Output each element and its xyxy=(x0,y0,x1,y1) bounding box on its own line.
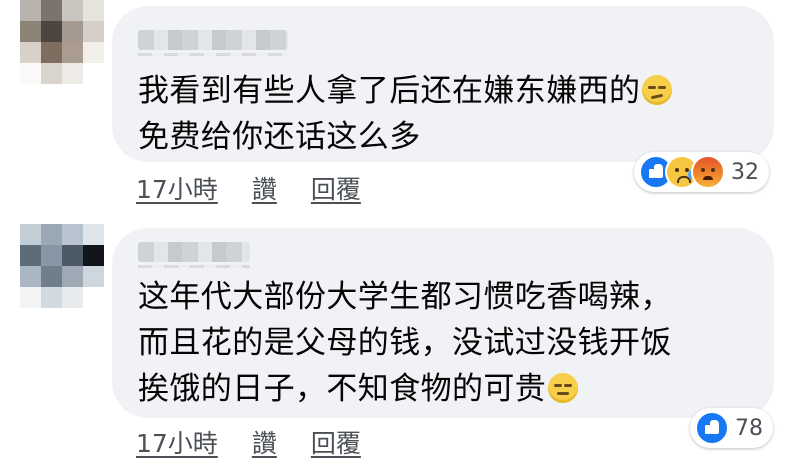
commenter-name-blurred[interactable] xyxy=(138,30,288,56)
comment-bubble: 这年代大部份大学生都习惯吃香喝辣， 而且花的是父母的钱，没试过没钱开饭 挨饿的日… xyxy=(112,228,774,418)
timestamp-link[interactable]: 17小時 xyxy=(136,424,218,460)
expressionless-face-icon xyxy=(548,373,579,403)
commenter-avatar[interactable] xyxy=(20,0,104,84)
timestamp-link[interactable]: 17小時 xyxy=(136,170,218,206)
comment-bubble: 我看到有些人拿了后还在嫌东嫌西的 免费给你还话这么多 xyxy=(112,6,774,162)
commenter-avatar[interactable] xyxy=(20,224,104,308)
reactions-summary[interactable]: 32 xyxy=(634,152,769,192)
comment-line: 这年代大部份大学生都习惯吃香喝辣， xyxy=(138,279,672,315)
comment-line: 而且花的是父母的钱，没试过没钱开饭 xyxy=(138,325,672,361)
reply-button[interactable]: 回覆 xyxy=(311,170,361,206)
comment-line: 我看到有些人拿了后还在嫌东嫌西的 xyxy=(138,73,641,109)
reply-button[interactable]: 回覆 xyxy=(311,424,361,460)
reactions-summary[interactable]: 78 xyxy=(690,408,773,448)
commenter-name-blurred[interactable] xyxy=(138,242,250,268)
like-button[interactable]: 讚 xyxy=(252,170,277,206)
reaction-count: 32 xyxy=(731,159,759,185)
comment-line: 免费给你还话这么多 xyxy=(138,119,421,155)
comment-text: 这年代大部份大学生都习惯吃香喝辣， 而且花的是父母的钱，没试过没钱开饭 挨饿的日… xyxy=(138,274,672,412)
comment-actions: 17小時 讚 回覆 xyxy=(136,424,361,460)
like-icon xyxy=(695,411,729,445)
like-button[interactable]: 讚 xyxy=(252,424,277,460)
comment-text: 我看到有些人拿了后还在嫌东嫌西的 免费给你还话这么多 xyxy=(138,68,673,160)
angry-icon xyxy=(691,155,725,189)
reaction-count: 78 xyxy=(735,415,763,441)
unamused-face-icon xyxy=(642,75,673,105)
comment-actions: 17小時 讚 回覆 xyxy=(136,170,361,206)
comment-line: 挨饿的日子，不知食物的可贵 xyxy=(138,371,547,407)
